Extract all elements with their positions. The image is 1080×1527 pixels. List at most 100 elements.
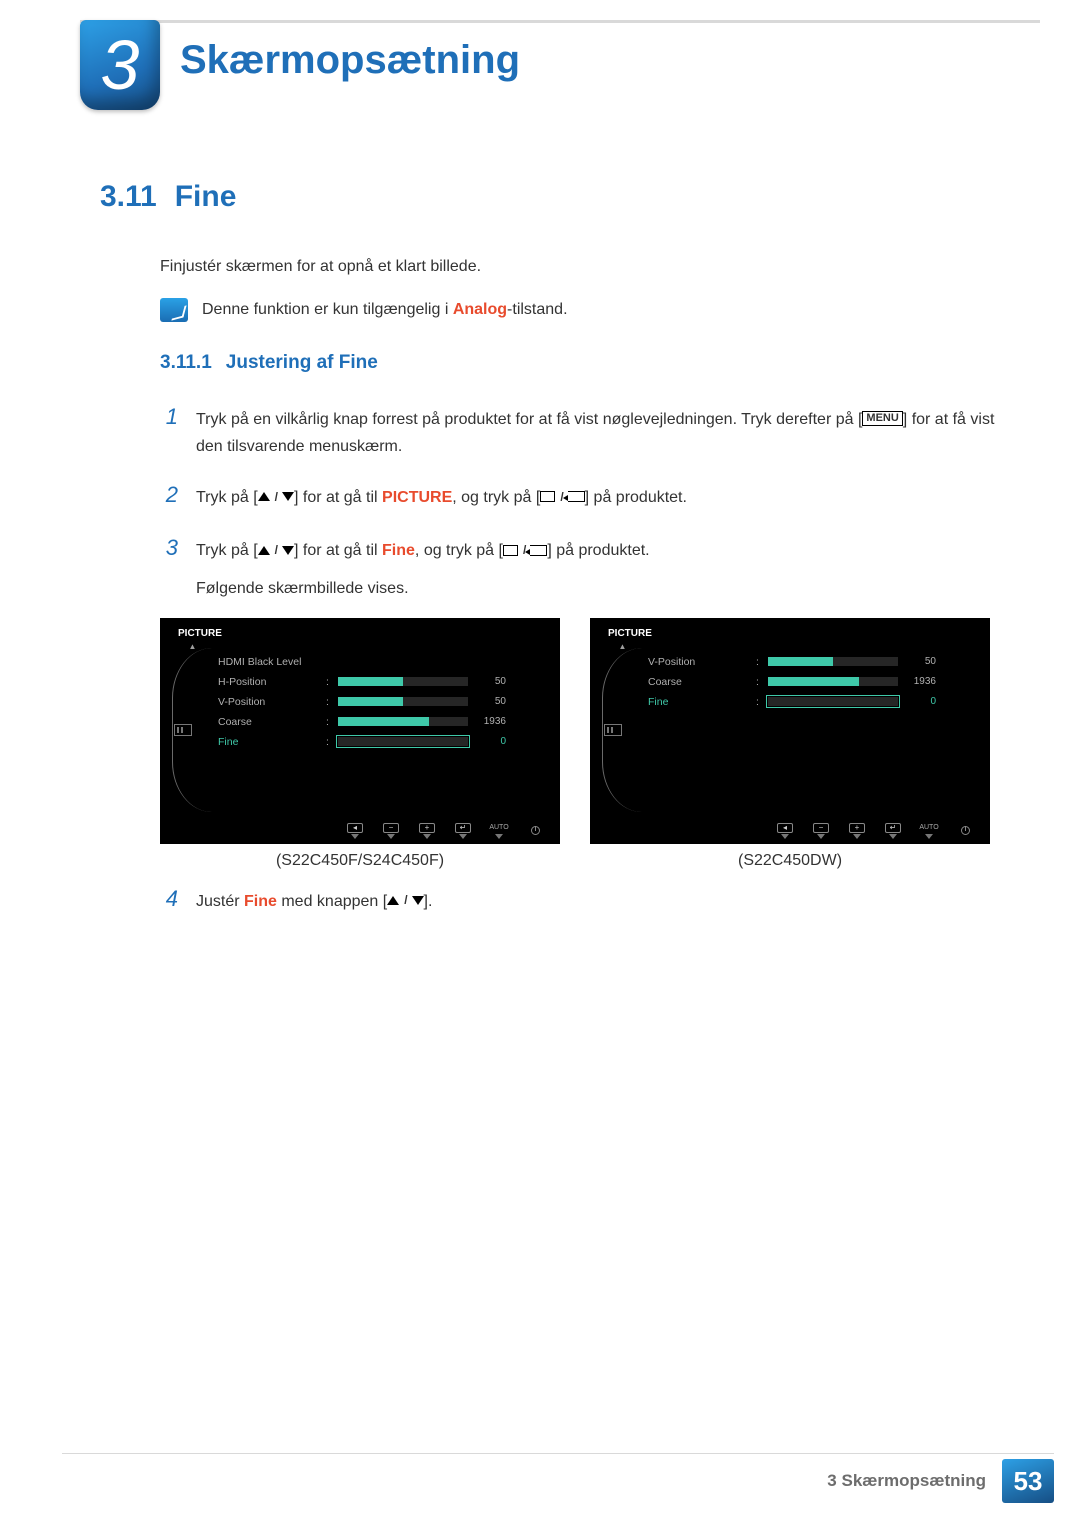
step-text: ] på produktet. (585, 489, 687, 506)
footer-chapter-label: 3 Skærmopsætning (811, 1461, 1002, 1501)
osd-colon: : (756, 656, 762, 668)
osd-slider-fill (768, 677, 859, 686)
subsection-title: Justering af Fine (226, 352, 378, 373)
osd-slider (338, 717, 468, 726)
osd-bar-wrap: 50 (338, 696, 550, 707)
step-body: Tryk på en vilkårlig knap forrest på pro… (196, 406, 1020, 460)
osd-row: Fine: 0 (648, 692, 980, 712)
up-arrow-icon: ▲ (619, 642, 627, 651)
step-text: ] for at gå til (294, 489, 382, 506)
step-number: 3 (160, 529, 178, 566)
page-footer: 3 Skærmopsætning 53 (811, 1459, 1054, 1503)
osd-slider (768, 677, 898, 686)
step-text: ] på produktet. (547, 542, 649, 559)
osd-row-label: Coarse (218, 716, 320, 728)
step-text: Tryk på en vilkårlig knap forrest på pro… (196, 411, 862, 428)
osd-right-column: PICTURE ▲ V-Position:50Coarse:1936Fine:0… (590, 618, 990, 870)
step-text: ] for at gå til (294, 542, 382, 559)
step-number: 1 (160, 398, 178, 435)
chapter-title: Skærmopsætning (180, 38, 520, 83)
osd-minus-button: − (376, 821, 406, 841)
step-text: , og tryk på [ (452, 489, 540, 506)
osd-row-label: V-Position (218, 696, 320, 708)
step-2: 2 Tryk på [/] for at gå til PICTURE, og … (160, 476, 1020, 513)
step-1: 1 Tryk på en vilkårlig knap forrest på p… (160, 398, 1020, 460)
osd-slider (768, 697, 898, 706)
osd-colon: : (326, 676, 332, 688)
note-text-post: -tilstand. (507, 301, 567, 318)
subsection-heading: 3.11.1Justering af Fine (160, 352, 1020, 374)
osd-row-label: V-Position (648, 656, 750, 668)
osd-row-label: Fine (648, 696, 750, 708)
osd-slider-fill (338, 717, 429, 726)
osd-back-button: ◂ (770, 821, 800, 841)
osd-colon: : (326, 696, 332, 708)
osd-enter-button: ↵ (878, 821, 908, 841)
step-3: 3 Tryk på [/] for at gå til Fine, og try… (160, 529, 1020, 601)
osd-footer: ◂ − + ↵ AUTO (160, 818, 560, 844)
osd-slider (338, 697, 468, 706)
up-down-icon: / (258, 542, 294, 559)
osd-row-value: 1936 (472, 716, 506, 727)
osd-left-column: PICTURE ▲ HDMI Black LevelH-Position:50V… (160, 618, 560, 870)
osd-bar-wrap: 0 (338, 736, 550, 747)
note-text: Denne funktion er kun tilgængelig i Anal… (202, 298, 568, 322)
osd-slider-fill (338, 697, 403, 706)
step-number: 2 (160, 476, 178, 513)
step-text: Tryk på [ (196, 542, 258, 559)
osd-colon: : (326, 716, 332, 728)
select-enter-icon: / (503, 542, 547, 559)
osd-colon: : (756, 696, 762, 708)
osd-row-label: H-Position (218, 676, 320, 688)
osd-row-value: 0 (902, 696, 936, 707)
step-number: 4 (160, 880, 178, 917)
osd-auto-button: AUTO (484, 821, 514, 841)
osd-row-value: 50 (472, 696, 506, 707)
header-rule (80, 20, 1040, 23)
osd-panel-left: PICTURE ▲ HDMI Black LevelH-Position:50V… (160, 618, 560, 844)
step-list: 1 Tryk på en vilkårlig knap forrest på p… (160, 398, 1020, 602)
osd-category-icon (604, 724, 622, 736)
chapter-number-badge: 3 (80, 20, 160, 110)
step-highlight: PICTURE (382, 489, 452, 506)
osd-bar-wrap: 0 (768, 696, 980, 707)
up-down-icon: / (258, 488, 294, 505)
section-heading: 3.11Fine (100, 180, 1020, 214)
osd-plus-button: + (412, 821, 442, 841)
osd-row-value: 50 (472, 676, 506, 687)
osd-bar-wrap: 1936 (338, 716, 550, 727)
step-text: , og tryk på [ (415, 542, 503, 559)
osd-title: PICTURE (590, 624, 990, 643)
osd-power-button (520, 821, 550, 841)
note-icon (160, 298, 188, 322)
osd-footer: ◂ − + ↵ AUTO (590, 818, 990, 844)
up-down-icon: / (387, 892, 423, 909)
step-text: Justér (196, 893, 244, 910)
osd-row-value: 0 (472, 736, 506, 747)
step-highlight: Fine (244, 893, 277, 910)
step-text: Tryk på [ (196, 489, 258, 506)
osd-bar-wrap: 50 (768, 656, 980, 667)
step-text: Følgende skærmbillede vises. (196, 575, 1020, 602)
step-body: Tryk på [/] for at gå til PICTURE, og tr… (196, 484, 1020, 511)
osd-bar-wrap: 50 (338, 676, 550, 687)
step-text: med knappen [ (277, 893, 387, 910)
osd-row: Fine:0 (218, 732, 550, 752)
note: Denne funktion er kun tilgængelig i Anal… (160, 298, 1020, 322)
osd-panel-right: PICTURE ▲ V-Position:50Coarse:1936Fine:0… (590, 618, 990, 844)
osd-row: Coarse:1936 (648, 672, 980, 692)
osd-caption: (S22C450DW) (590, 852, 990, 870)
osd-row-label: Coarse (648, 676, 750, 688)
step-body: Tryk på [/] for at gå til Fine, og tryk … (196, 537, 1020, 601)
osd-power-button (950, 821, 980, 841)
osd-plus-button: + (842, 821, 872, 841)
osd-row: Coarse: 1936 (218, 712, 550, 732)
osd-title: PICTURE (160, 624, 560, 643)
osd-category-icon (174, 724, 192, 736)
osd-slider (338, 737, 468, 746)
osd-caption: (S22C450F/S24C450F) (160, 852, 560, 870)
osd-enter-button: ↵ (448, 821, 478, 841)
osd-row: V-Position:50 (648, 652, 980, 672)
osd-auto-button: AUTO (914, 821, 944, 841)
osd-row: H-Position: 50 (218, 672, 550, 692)
